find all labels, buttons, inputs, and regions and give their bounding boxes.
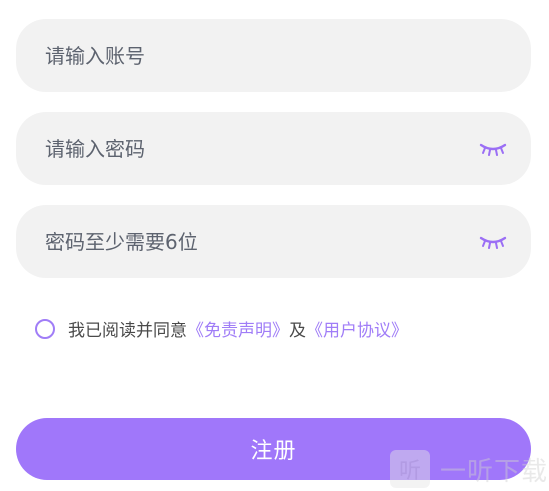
password-field[interactable] bbox=[16, 112, 531, 185]
account-input[interactable] bbox=[45, 19, 507, 92]
account-field[interactable] bbox=[16, 19, 531, 92]
register-button[interactable]: 注册 bbox=[16, 418, 531, 480]
agreement-conjunction: 及 bbox=[289, 321, 306, 341]
agreement-checkbox[interactable] bbox=[35, 318, 55, 339]
disclaimer-link[interactable]: 《免责声明》 bbox=[187, 321, 289, 341]
password-input[interactable] bbox=[45, 112, 479, 185]
eye-closed-icon[interactable] bbox=[479, 234, 507, 250]
confirm-password-input[interactable] bbox=[45, 205, 479, 278]
user-agreement-link[interactable]: 《用户协议》 bbox=[306, 321, 408, 341]
agreement-text: 我已阅读并同意《免责声明》及《用户协议》 bbox=[68, 316, 408, 341]
eye-closed-icon[interactable] bbox=[479, 141, 507, 157]
confirm-password-field[interactable] bbox=[16, 205, 531, 278]
agreement-row: 我已阅读并同意《免责声明》及《用户协议》 bbox=[35, 316, 408, 341]
agreement-prefix: 我已阅读并同意 bbox=[68, 321, 187, 341]
